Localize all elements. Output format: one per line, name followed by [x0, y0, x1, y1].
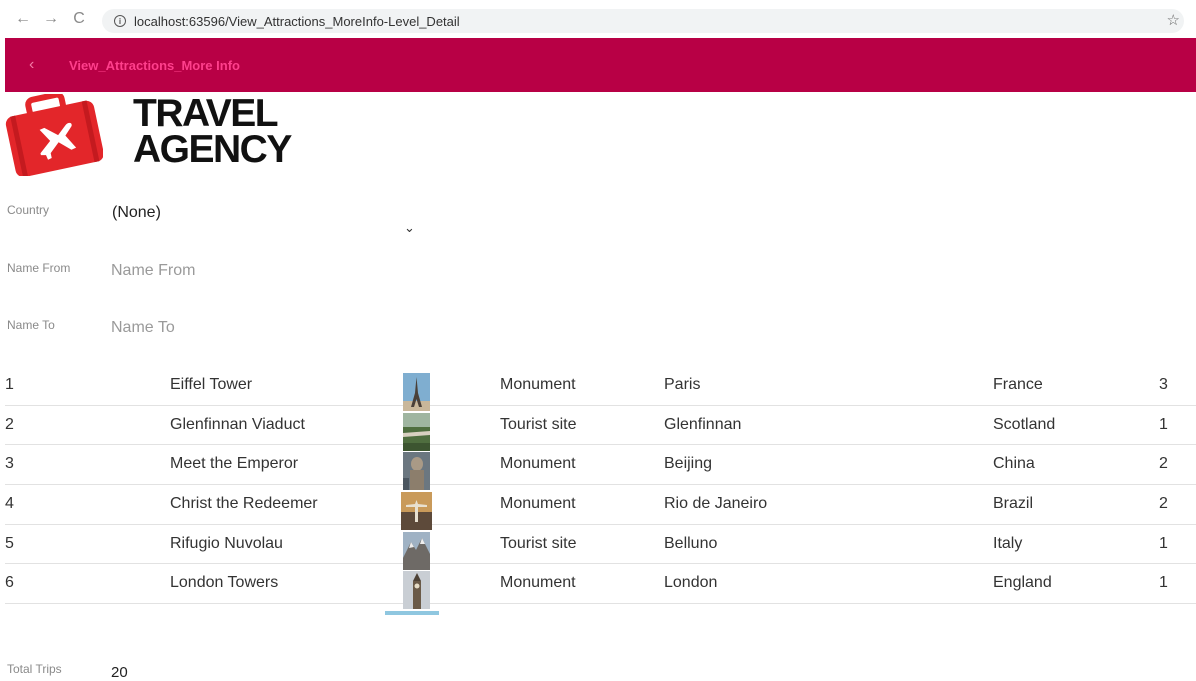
- attraction-type: Tourist site: [500, 415, 577, 433]
- attraction-id: 4: [5, 495, 14, 513]
- attraction-trips: 2: [1159, 495, 1168, 513]
- attraction-trips: 1: [1159, 415, 1168, 433]
- reload-icon[interactable]: C: [68, 8, 90, 30]
- attraction-trips: 1: [1159, 534, 1168, 552]
- chevron-down-icon[interactable]: ⌄: [404, 220, 415, 236]
- browser-toolbar: ← → C i localhost:63596/View_Attractions…: [0, 0, 1196, 38]
- attraction-id: 6: [5, 574, 14, 592]
- attraction-type: Monument: [500, 574, 576, 592]
- attraction-country: Scotland: [993, 415, 1056, 433]
- name-from-input[interactable]: [111, 262, 411, 280]
- attraction-country: Brazil: [993, 495, 1034, 513]
- attraction-city: Rio de Janeiro: [664, 495, 768, 513]
- attraction-name: Eiffel Tower: [170, 376, 253, 393]
- attraction-id: 1: [5, 376, 14, 393]
- attraction-name: Christ the Redeemer: [170, 495, 318, 513]
- back-chevron-icon[interactable]: ‹: [29, 56, 43, 74]
- logo-line-2: AGENCY: [133, 128, 292, 171]
- back-arrow-icon[interactable]: ←: [12, 8, 34, 30]
- table-row[interactable]: 3 Meet the Emperor Monument Beijing Chin…: [5, 445, 1196, 491]
- attraction-country: France: [993, 376, 1043, 393]
- attraction-country: Italy: [993, 534, 1023, 552]
- attraction-id: 3: [5, 455, 14, 473]
- url-text: localhost:63596/View_Attractions_MoreInf…: [134, 13, 460, 29]
- table-row[interactable]: 1 Eiffel Tower Monument Paris France 3: [5, 366, 1196, 411]
- table-row[interactable]: 4 Christ the Redeemer Monument Rio de Ja…: [5, 485, 1196, 531]
- table-row[interactable]: 5 Rifugio Nuvolau Tourist site Belluno I…: [5, 525, 1196, 570]
- attraction-name: Meet the Emperor: [170, 455, 299, 473]
- app-header: ‹ View_Attractions_More Info: [5, 38, 1196, 92]
- suitcase-plane-icon: [5, 94, 103, 176]
- info-icon[interactable]: i: [114, 15, 126, 27]
- big-ben-photo: [403, 571, 430, 610]
- table-row[interactable]: 2 Glenfinnan Viaduct Tourist site Glenfi…: [5, 406, 1196, 451]
- attraction-name: Rifugio Nuvolau: [170, 534, 283, 552]
- total-trips-label: Total Trips: [7, 662, 62, 676]
- page-title: View_Attractions_More Info: [69, 57, 240, 73]
- attraction-name: London Towers: [170, 574, 279, 592]
- attraction-type: Tourist site: [500, 534, 577, 552]
- attraction-city: Paris: [664, 376, 701, 393]
- attraction-trips: 2: [1159, 455, 1168, 473]
- attractions-grid: 1 Eiffel Tower Monument Paris France 3 2…: [5, 366, 1196, 610]
- country-label: Country: [7, 203, 50, 217]
- attraction-type: Monument: [500, 495, 576, 513]
- attraction-city: Beijing: [664, 455, 713, 473]
- logo-text: TRAVEL AGENCY: [133, 92, 292, 171]
- country-select[interactable]: (None): [112, 204, 161, 222]
- name-to-input[interactable]: [111, 319, 411, 337]
- attraction-city: Belluno: [664, 534, 718, 552]
- attraction-type: Monument: [500, 455, 576, 473]
- forward-arrow-icon[interactable]: →: [40, 8, 62, 30]
- attraction-type: Monument: [500, 376, 576, 393]
- attraction-country: England: [993, 574, 1052, 592]
- table-row[interactable]: 6 London Towers Monument London England …: [5, 564, 1196, 610]
- attraction-city: London: [664, 574, 718, 592]
- selection-indicator: [385, 611, 439, 615]
- name-to-label: Name To: [7, 318, 55, 332]
- attraction-trips: 1: [1159, 574, 1168, 592]
- attraction-city: Glenfinnan: [664, 415, 742, 433]
- attraction-trips: 3: [1159, 376, 1168, 393]
- attraction-id: 2: [5, 415, 14, 433]
- total-trips-value: 20: [111, 664, 128, 681]
- bookmark-star-icon[interactable]: ☆: [1167, 11, 1180, 29]
- logo-line-1: TRAVEL: [133, 92, 279, 135]
- attraction-name: Glenfinnan Viaduct: [170, 415, 305, 433]
- name-from-label: Name From: [7, 261, 71, 275]
- address-bar[interactable]: i localhost:63596/View_Attractions_MoreI…: [102, 9, 1184, 33]
- attraction-id: 5: [5, 534, 14, 552]
- attraction-country: China: [993, 455, 1035, 473]
